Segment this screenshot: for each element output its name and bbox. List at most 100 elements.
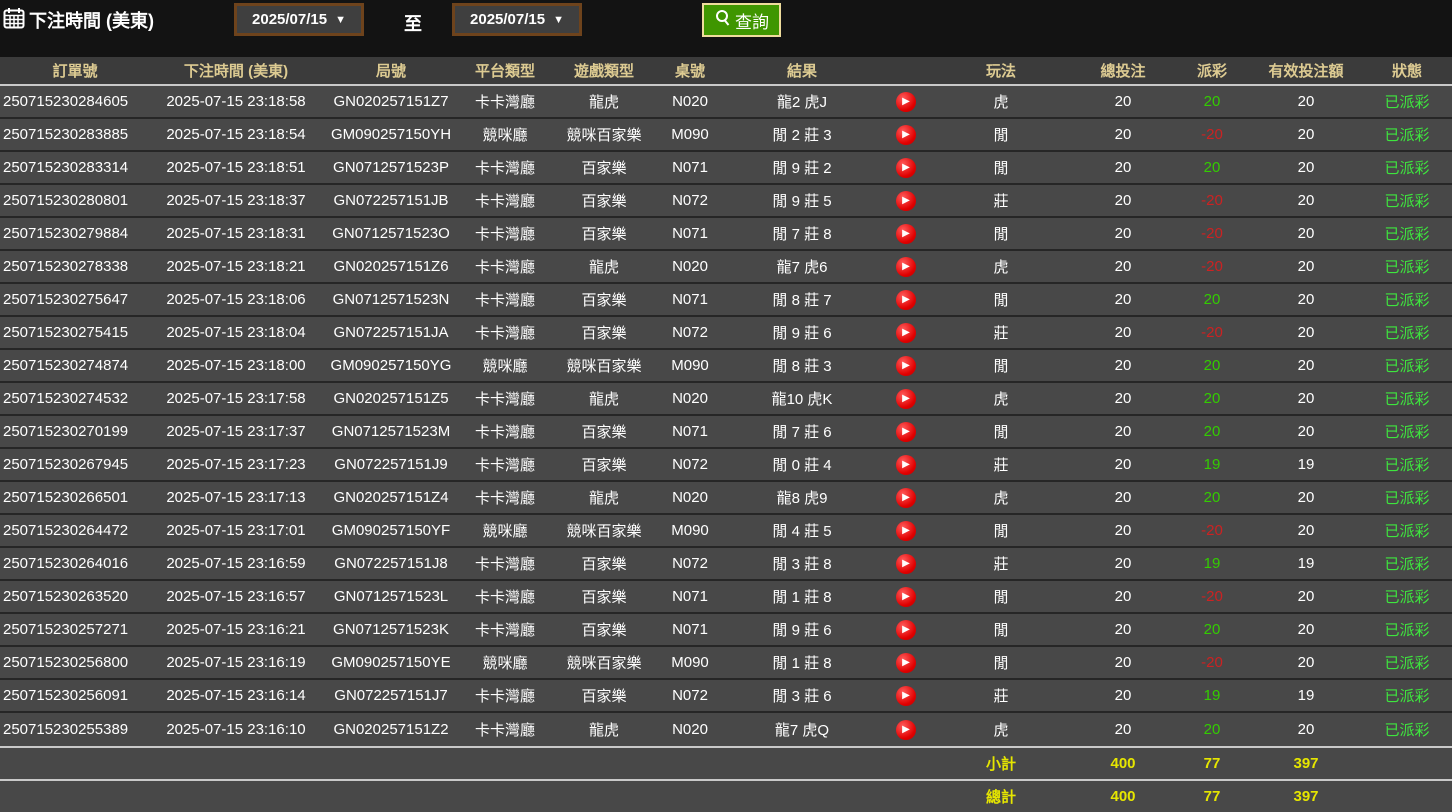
play-replay-icon[interactable]: ▶ bbox=[896, 455, 916, 475]
cell-total-bet: 20 bbox=[1072, 357, 1174, 374]
cell-total-bet: 20 bbox=[1072, 324, 1174, 341]
cell-result: 閒 9 莊 6 bbox=[722, 322, 882, 343]
cell-game-type: 百家樂 bbox=[550, 553, 658, 574]
cell-valid-bet: 20 bbox=[1250, 621, 1362, 638]
play-replay-icon[interactable]: ▶ bbox=[896, 389, 916, 409]
cell-total-bet: 20 bbox=[1072, 621, 1174, 638]
header-status: 狀態 bbox=[1362, 60, 1452, 81]
cell-table-no: N072 bbox=[658, 456, 722, 473]
cell-order-no: 250715230278338 bbox=[0, 258, 150, 275]
cell-total-bet: 20 bbox=[1072, 390, 1174, 407]
cell-status: 已派彩 bbox=[1362, 685, 1452, 706]
cell-payout: 20 bbox=[1174, 159, 1250, 176]
cell-replay: ▶ bbox=[882, 653, 930, 673]
cell-play-type: 虎 bbox=[930, 719, 1072, 740]
cell-result: 閒 8 莊 3 bbox=[722, 355, 882, 376]
cell-replay: ▶ bbox=[882, 125, 930, 145]
cell-replay: ▶ bbox=[882, 488, 930, 508]
cell-result: 閒 7 莊 6 bbox=[722, 421, 882, 442]
cell-valid-bet: 20 bbox=[1250, 192, 1362, 209]
play-replay-icon[interactable]: ▶ bbox=[896, 521, 916, 541]
play-replay-icon[interactable]: ▶ bbox=[896, 356, 916, 376]
cell-order-no: 250715230270199 bbox=[0, 423, 150, 440]
cell-platform: 卡卡灣廳 bbox=[460, 685, 550, 706]
table-row: 250715230278338 2025-07-15 23:18:21 GN02… bbox=[0, 251, 1452, 284]
cell-round-no: GN072257151J7 bbox=[322, 687, 460, 704]
play-replay-icon[interactable]: ▶ bbox=[896, 422, 916, 442]
cell-table-no: N071 bbox=[658, 225, 722, 242]
cell-status: 已派彩 bbox=[1362, 454, 1452, 475]
cell-replay: ▶ bbox=[882, 720, 930, 740]
cell-table-no: M090 bbox=[658, 126, 722, 143]
cell-replay: ▶ bbox=[882, 290, 930, 310]
cell-game-type: 百家樂 bbox=[550, 289, 658, 310]
cell-play-type: 虎 bbox=[930, 487, 1072, 508]
cell-bet-time: 2025-07-15 23:17:58 bbox=[150, 390, 322, 407]
cell-play-type: 莊 bbox=[930, 553, 1072, 574]
play-replay-icon[interactable]: ▶ bbox=[896, 290, 916, 310]
table-row: 250715230279884 2025-07-15 23:18:31 GN07… bbox=[0, 218, 1452, 251]
cell-bet-time: 2025-07-15 23:18:51 bbox=[150, 159, 322, 176]
cell-platform: 卡卡灣廳 bbox=[460, 223, 550, 244]
cell-table-no: N072 bbox=[658, 324, 722, 341]
search-button[interactable]: 查詢 bbox=[702, 3, 781, 37]
cell-valid-bet: 20 bbox=[1250, 721, 1362, 738]
play-replay-icon[interactable]: ▶ bbox=[896, 620, 916, 640]
play-replay-icon[interactable]: ▶ bbox=[896, 686, 916, 706]
cell-payout: 20 bbox=[1174, 721, 1250, 738]
play-replay-icon[interactable]: ▶ bbox=[896, 92, 916, 112]
calendar-icon bbox=[3, 7, 25, 34]
cell-play-type: 虎 bbox=[930, 388, 1072, 409]
cell-game-type: 百家樂 bbox=[550, 157, 658, 178]
cell-total-bet: 20 bbox=[1072, 291, 1174, 308]
cell-table-no: N071 bbox=[658, 621, 722, 638]
date-to-select[interactable]: 2025/07/15 ▼ bbox=[452, 3, 582, 36]
play-replay-icon[interactable]: ▶ bbox=[896, 554, 916, 574]
cell-order-no: 250715230266501 bbox=[0, 489, 150, 506]
date-from-select[interactable]: 2025/07/15 ▼ bbox=[234, 3, 364, 36]
play-replay-icon[interactable]: ▶ bbox=[896, 488, 916, 508]
cell-payout: 19 bbox=[1174, 456, 1250, 473]
cell-play-type: 虎 bbox=[930, 256, 1072, 277]
cell-bet-time: 2025-07-15 23:16:10 bbox=[150, 721, 322, 738]
cell-result: 閒 2 莊 3 bbox=[722, 124, 882, 145]
cell-play-type: 閒 bbox=[930, 586, 1072, 607]
cell-result: 閒 4 莊 5 bbox=[722, 520, 882, 541]
cell-play-type: 莊 bbox=[930, 322, 1072, 343]
cell-order-no: 250715230280801 bbox=[0, 192, 150, 209]
cell-replay: ▶ bbox=[882, 521, 930, 541]
cell-order-no: 250715230263520 bbox=[0, 588, 150, 605]
cell-platform: 競咪廳 bbox=[460, 652, 550, 673]
play-replay-icon[interactable]: ▶ bbox=[896, 323, 916, 343]
cell-result: 閒 9 莊 6 bbox=[722, 619, 882, 640]
play-replay-icon[interactable]: ▶ bbox=[896, 125, 916, 145]
cell-play-type: 莊 bbox=[930, 190, 1072, 211]
cell-round-no: GN020257151Z5 bbox=[322, 390, 460, 407]
play-replay-icon[interactable]: ▶ bbox=[896, 653, 916, 673]
cell-round-no: GN020257151Z7 bbox=[322, 93, 460, 110]
cell-game-type: 百家樂 bbox=[550, 685, 658, 706]
table-row: 250715230274874 2025-07-15 23:18:00 GM09… bbox=[0, 350, 1452, 383]
play-replay-icon[interactable]: ▶ bbox=[896, 257, 916, 277]
cell-status: 已派彩 bbox=[1362, 124, 1452, 145]
header-table-no: 桌號 bbox=[658, 60, 722, 81]
cell-table-no: N072 bbox=[658, 555, 722, 572]
cell-total-bet: 20 bbox=[1072, 126, 1174, 143]
cell-round-no: GN0712571523M bbox=[322, 423, 460, 440]
cell-round-no: GN072257151J9 bbox=[322, 456, 460, 473]
play-replay-icon[interactable]: ▶ bbox=[896, 224, 916, 244]
play-replay-icon[interactable]: ▶ bbox=[896, 587, 916, 607]
cell-total-bet: 20 bbox=[1072, 192, 1174, 209]
cell-round-no: GM090257150YF bbox=[322, 522, 460, 539]
table-row: 250715230280801 2025-07-15 23:18:37 GN07… bbox=[0, 185, 1452, 218]
cell-status: 已派彩 bbox=[1362, 256, 1452, 277]
play-replay-icon[interactable]: ▶ bbox=[896, 158, 916, 178]
play-replay-icon[interactable]: ▶ bbox=[896, 720, 916, 740]
cell-play-type: 閒 bbox=[930, 421, 1072, 442]
play-replay-icon[interactable]: ▶ bbox=[896, 191, 916, 211]
cell-play-type: 莊 bbox=[930, 685, 1072, 706]
cell-payout: 20 bbox=[1174, 93, 1250, 110]
cell-payout: 20 bbox=[1174, 489, 1250, 506]
cell-valid-bet: 20 bbox=[1250, 423, 1362, 440]
cell-bet-time: 2025-07-15 23:16:14 bbox=[150, 687, 322, 704]
